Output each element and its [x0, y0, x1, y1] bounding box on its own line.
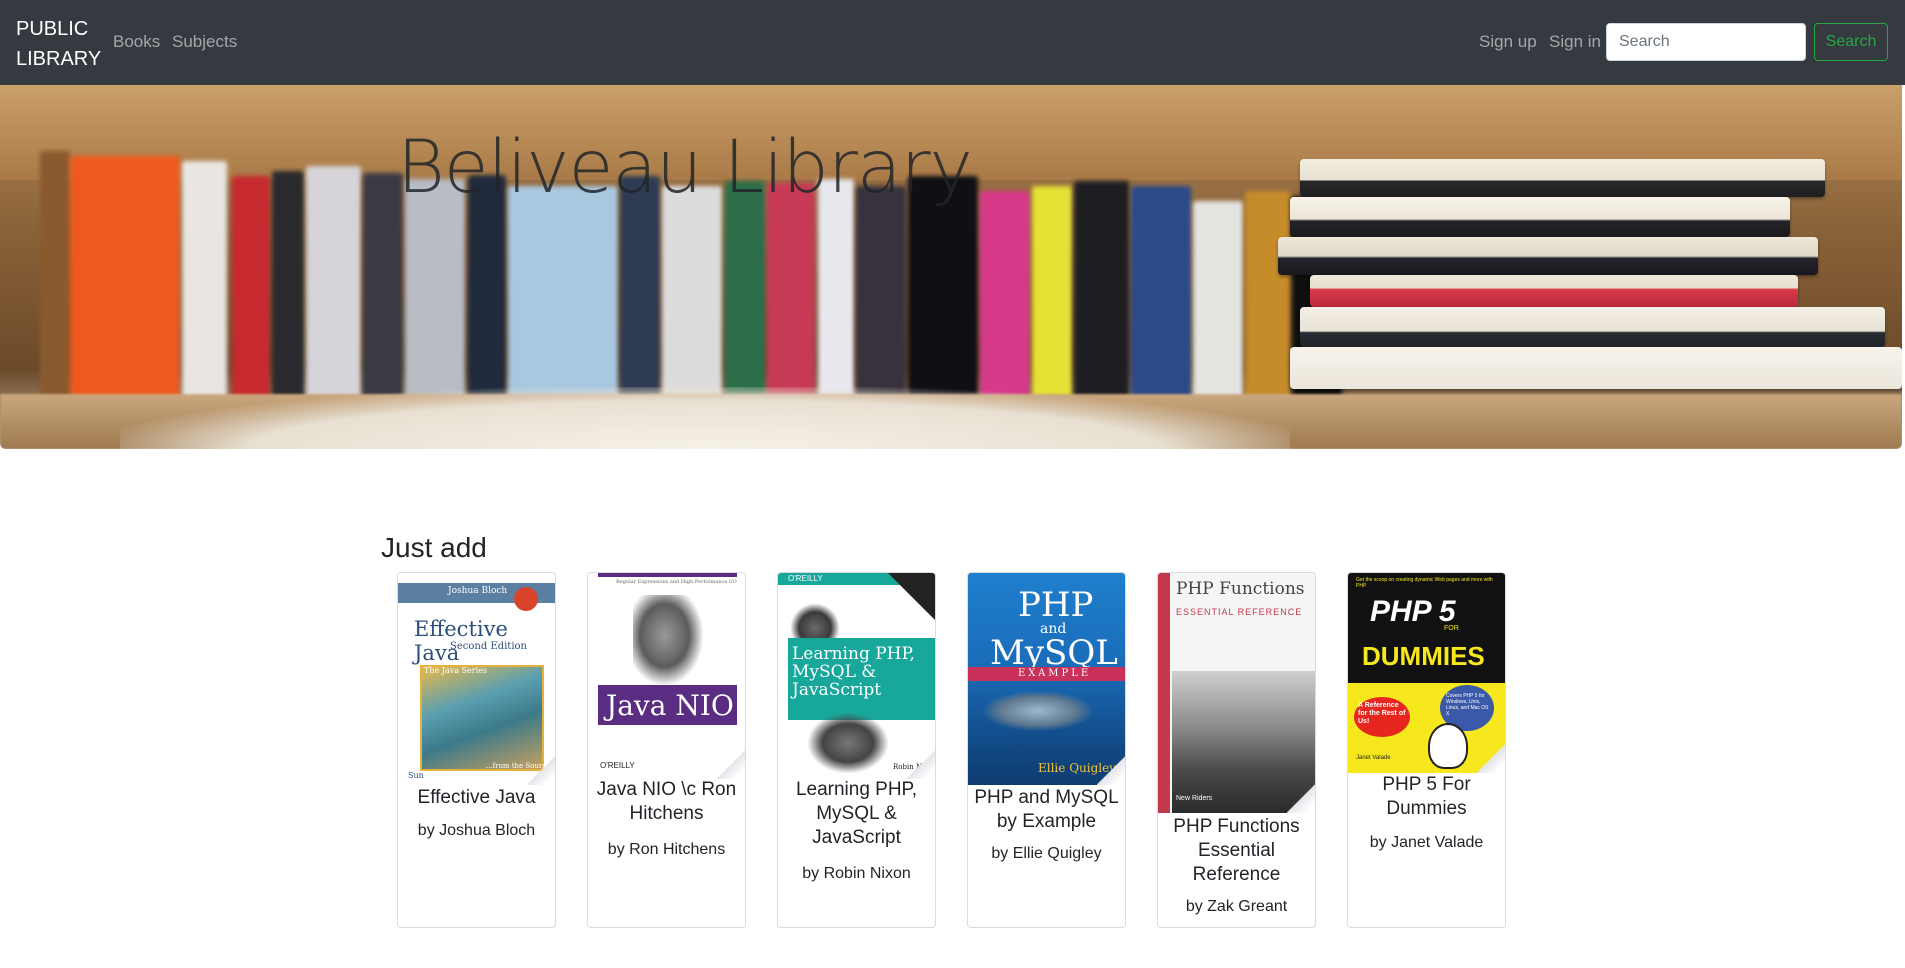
page-curl-icon	[907, 749, 935, 779]
cover-title-text: PHP 5	[1370, 595, 1456, 628]
book-author: by Janet Valade	[1369, 834, 1484, 851]
cover-title-text: PHP Functions	[1176, 579, 1305, 599]
page-curl-icon	[1097, 755, 1125, 785]
hero-blurred-book	[508, 186, 618, 401]
hero-blurred-book	[1193, 201, 1243, 401]
book-card[interactable]: PHP and MySQL EXAMPLE Ellie Quigley PHP …	[967, 572, 1126, 928]
book-title[interactable]: Effective Java	[404, 786, 549, 810]
cover-edition-text: Second Edition	[450, 641, 527, 652]
hero-blurred-book	[272, 171, 304, 401]
nav-link-sign-in[interactable]: Sign in	[1549, 31, 1601, 53]
cover-publisher-text: Sun	[408, 771, 424, 780]
cover-badge-text: A Reference for the Rest of Us!	[1358, 702, 1406, 725]
hero-blurred-book	[725, 181, 765, 401]
cover-tagline-text: Get the scoop on creating dynamic Web pa…	[1356, 577, 1493, 589]
hero-blurred-book	[232, 176, 270, 401]
cover-title-text: PHP	[1018, 585, 1094, 625]
hero-title: Beliveau Library	[397, 125, 973, 210]
cover-author-text: Joshua Bloch	[448, 586, 508, 596]
nav-link-sign-up[interactable]: Sign up	[1479, 31, 1537, 53]
hero-blurred-book	[70, 156, 180, 401]
hero-blurred-book	[856, 186, 906, 401]
hero-blurred-book	[40, 151, 70, 401]
hero-stacked-book	[1310, 275, 1798, 307]
hero-blurred-book	[662, 186, 722, 401]
book-title[interactable]: Java NIO \c Ron Hitchens	[594, 778, 739, 826]
hero-blurred-book	[306, 166, 361, 401]
hero-blurred-book	[767, 183, 815, 401]
hero-stacked-book	[1290, 197, 1790, 237]
hero-blurred-book	[1245, 191, 1290, 401]
cover-author-text: Janet Valade	[1356, 755, 1391, 761]
page-curl-icon	[717, 749, 745, 779]
hero-blurred-book	[1131, 186, 1191, 401]
cover-publisher-text: O'REILLY	[788, 574, 823, 583]
page-curl-icon	[1287, 783, 1315, 813]
book-cover-image[interactable]: O'REILLY Learning PHP, MySQL & JavaScrip…	[778, 573, 935, 779]
hero-blurred-book	[980, 191, 1030, 401]
book-card[interactable]: Get the scoop on creating dynamic Web pa…	[1347, 572, 1506, 928]
brand-logo-link[interactable]: PUBLIC LIBRARY	[16, 14, 101, 74]
hero-blurred-book	[1032, 186, 1072, 401]
book-card[interactable]: O'REILLY Learning PHP, MySQL & JavaScrip…	[777, 572, 936, 928]
page-curl-icon	[1477, 743, 1505, 773]
section-title: Just add	[381, 532, 487, 563]
hero-stacked-book	[1290, 347, 1902, 389]
book-title[interactable]: PHP and MySQL by Example	[974, 786, 1119, 834]
nav-link-books[interactable]: Books	[113, 31, 160, 53]
book-author: by Joshua Bloch	[417, 822, 536, 839]
page-curl-icon	[527, 755, 555, 785]
nav-link-subjects[interactable]: Subjects	[172, 31, 237, 53]
book-cover-image[interactable]: PHP Functions ESSENTIAL REFERENCE New Ri…	[1158, 573, 1315, 813]
cover-title-text: Learning PHP, MySQL & JavaScript	[792, 644, 915, 700]
cover-series-text: The Java Series	[424, 666, 488, 675]
hero-blurred-book	[1074, 181, 1129, 401]
book-title[interactable]: PHP Functions Essential Reference	[1164, 815, 1309, 887]
search-input[interactable]	[1606, 23, 1806, 61]
book-author: by Ellie Quigley	[991, 845, 1102, 862]
book-title[interactable]: Learning PHP, MySQL & JavaScript	[784, 778, 929, 850]
book-card[interactable]: Regular Expressions and High-Performance…	[587, 572, 746, 928]
cover-tagline-text: Regular Expressions and High-Performance…	[616, 579, 737, 585]
book-author: by Ron Hitchens	[607, 841, 726, 858]
hero-stacked-book	[1300, 307, 1885, 347]
hero-open-book	[120, 387, 1290, 449]
cover-dummies-text: DUMMIES	[1362, 641, 1485, 671]
book-author: by Zak Greant	[1185, 898, 1288, 915]
book-cover-image[interactable]: PHP and MySQL EXAMPLE Ellie Quigley	[968, 573, 1125, 785]
cover-publisher-text: New Riders	[1176, 795, 1213, 802]
hero-banner: Beliveau Library	[0, 85, 1902, 449]
hero-stacked-book	[1300, 159, 1825, 197]
hero-blurred-book	[182, 161, 227, 401]
cover-for-text: FOR	[1444, 625, 1459, 632]
cover-subtitle-text: ESSENTIAL REFERENCE	[1176, 607, 1303, 617]
book-title[interactable]: PHP 5 For Dummies	[1354, 773, 1499, 821]
cover-band-text: EXAMPLE	[1018, 668, 1092, 679]
search-button[interactable]: Search	[1814, 23, 1888, 61]
cover-publisher-text: O'REILLY	[600, 761, 635, 770]
top-navbar: PUBLIC LIBRARY Books Subjects Sign up Si…	[0, 0, 1905, 85]
cover-title-text: Java NIO	[606, 689, 734, 722]
book-author: by Robin Nixon	[802, 865, 911, 882]
book-card[interactable]: Joshua Bloch Effective Java Second Editi…	[397, 572, 556, 928]
book-card[interactable]: PHP Functions ESSENTIAL REFERENCE New Ri…	[1157, 572, 1316, 928]
hero-stacked-book	[1278, 237, 1818, 275]
book-cover-image[interactable]: Get the scoop on creating dynamic Web pa…	[1348, 573, 1505, 773]
book-cover-image[interactable]: Joshua Bloch Effective Java Second Editi…	[398, 573, 555, 785]
book-cover-image[interactable]: Regular Expressions and High-Performance…	[588, 573, 745, 779]
cover-covers-text: Covers PHP 5 for Windows, Unix, Linux, a…	[1446, 693, 1489, 717]
